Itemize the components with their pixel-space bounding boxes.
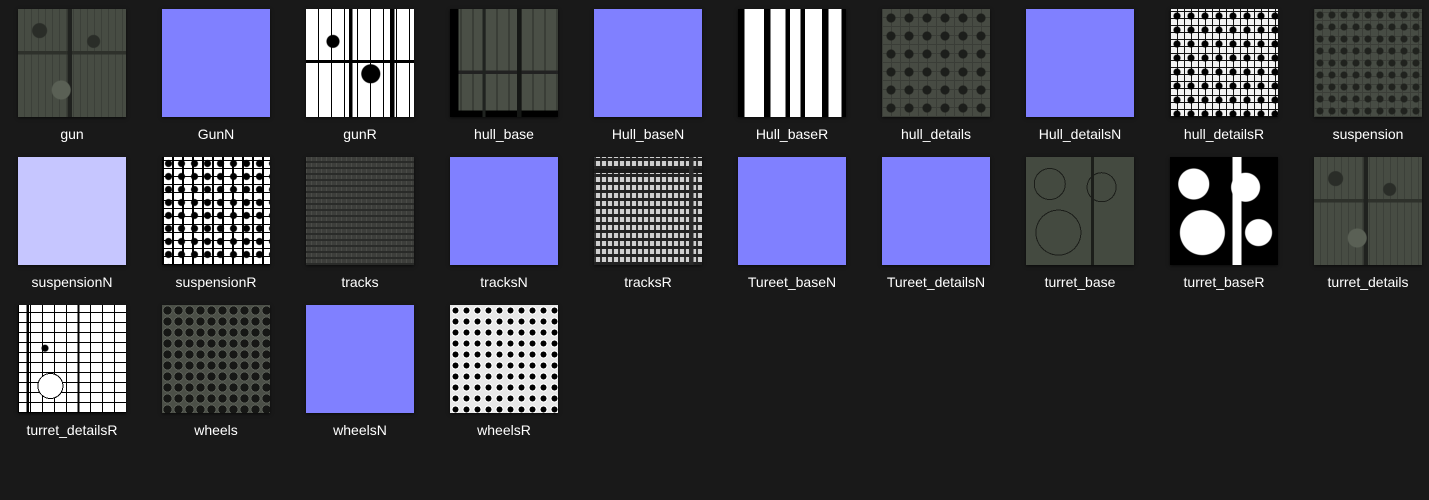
file-grid: gun GunN gunR hull_base Hull_baseN Hull_baseR… (0, 0, 1429, 500)
file-item[interactable]: tracksN (432, 157, 576, 305)
texture-diffuse-icon[interactable] (18, 9, 126, 117)
file-name-label: wheelsN (333, 422, 387, 438)
file-name-label: gun (60, 126, 84, 142)
texture-roughness-icon[interactable] (1170, 157, 1278, 265)
texture-diffuse-icon[interactable] (882, 9, 990, 117)
file-name-label: wheels (194, 422, 238, 438)
file-item[interactable]: Tureet_baseN (720, 157, 864, 305)
file-name-label: tracksR (624, 274, 672, 290)
file-name-label: tracksN (480, 274, 528, 290)
file-name-label: suspension (1332, 126, 1404, 142)
texture-roughness-icon[interactable] (594, 157, 702, 265)
texture-diffuse-icon[interactable] (1314, 157, 1422, 265)
texture-normal-icon[interactable] (306, 305, 414, 413)
texture-roughness-icon[interactable] (306, 9, 414, 117)
file-name-label: turret_details (1327, 274, 1409, 290)
texture-diffuse-icon[interactable] (1314, 9, 1422, 117)
texture-normal-icon[interactable] (594, 9, 702, 117)
file-item[interactable]: tracksR (576, 157, 720, 305)
file-name-label: hull_detailsR (1183, 126, 1265, 142)
file-name-label: GunN (197, 126, 235, 142)
file-item[interactable]: Tureet_detailsN (864, 157, 1008, 305)
file-item[interactable]: Hull_baseR (720, 9, 864, 157)
file-item[interactable]: GunN (144, 9, 288, 157)
file-name-label: gunR (343, 126, 377, 142)
texture-roughness-icon[interactable] (738, 9, 846, 117)
file-name-label: Hull_detailsN (1038, 126, 1122, 142)
texture-diffuse-icon[interactable] (306, 157, 414, 265)
file-item[interactable]: suspension (1296, 9, 1429, 157)
file-name-label: Hull_baseR (755, 126, 829, 142)
file-item[interactable]: hull_details (864, 9, 1008, 157)
file-name-label: suspensionN (31, 274, 113, 290)
texture-diffuse-icon[interactable] (162, 305, 270, 413)
file-item[interactable]: turret_base (1008, 157, 1152, 305)
file-item[interactable]: wheelsN (288, 305, 432, 453)
texture-roughness-icon[interactable] (162, 157, 270, 265)
texture-normal-icon[interactable] (450, 157, 558, 265)
file-item[interactable]: suspensionN (0, 157, 144, 305)
texture-normal-icon[interactable] (162, 9, 270, 117)
texture-diffuse-icon[interactable] (450, 9, 558, 117)
file-name-label: wheelsR (477, 422, 531, 438)
file-item[interactable]: hull_detailsR (1152, 9, 1296, 157)
file-item[interactable]: tracks (288, 157, 432, 305)
file-name-label: Tureet_detailsN (886, 274, 986, 290)
texture-roughness-icon[interactable] (18, 305, 126, 413)
texture-roughness-icon[interactable] (450, 305, 558, 413)
file-name-label: Tureet_baseN (747, 274, 837, 290)
file-item[interactable]: hull_base (432, 9, 576, 157)
file-name-label: turret_detailsR (26, 422, 118, 438)
file-item[interactable]: suspensionR (144, 157, 288, 305)
file-item[interactable]: gunR (288, 9, 432, 157)
file-name-label: hull_details (900, 126, 972, 142)
file-item[interactable]: Hull_baseN (576, 9, 720, 157)
file-item[interactable]: turret_details (1296, 157, 1429, 305)
file-item[interactable]: wheelsR (432, 305, 576, 453)
file-name-label: tracks (341, 274, 379, 290)
texture-normal-icon[interactable] (882, 157, 990, 265)
file-item[interactable]: turret_detailsR (0, 305, 144, 453)
file-name-label: Hull_baseN (611, 126, 685, 142)
texture-diffuse-icon[interactable] (1026, 157, 1134, 265)
file-name-label: turret_baseR (1183, 274, 1265, 290)
texture-roughness-icon[interactable] (1170, 9, 1278, 117)
texture-normal-icon[interactable] (18, 157, 126, 265)
texture-normal-icon[interactable] (738, 157, 846, 265)
texture-normal-icon[interactable] (1026, 9, 1134, 117)
file-name-label: hull_base (474, 126, 534, 142)
file-item[interactable]: wheels (144, 305, 288, 453)
file-name-label: turret_base (1044, 274, 1116, 290)
file-item[interactable]: Hull_detailsN (1008, 9, 1152, 157)
file-name-label: suspensionR (175, 274, 257, 290)
file-item[interactable]: gun (0, 9, 144, 157)
file-item[interactable]: turret_baseR (1152, 157, 1296, 305)
